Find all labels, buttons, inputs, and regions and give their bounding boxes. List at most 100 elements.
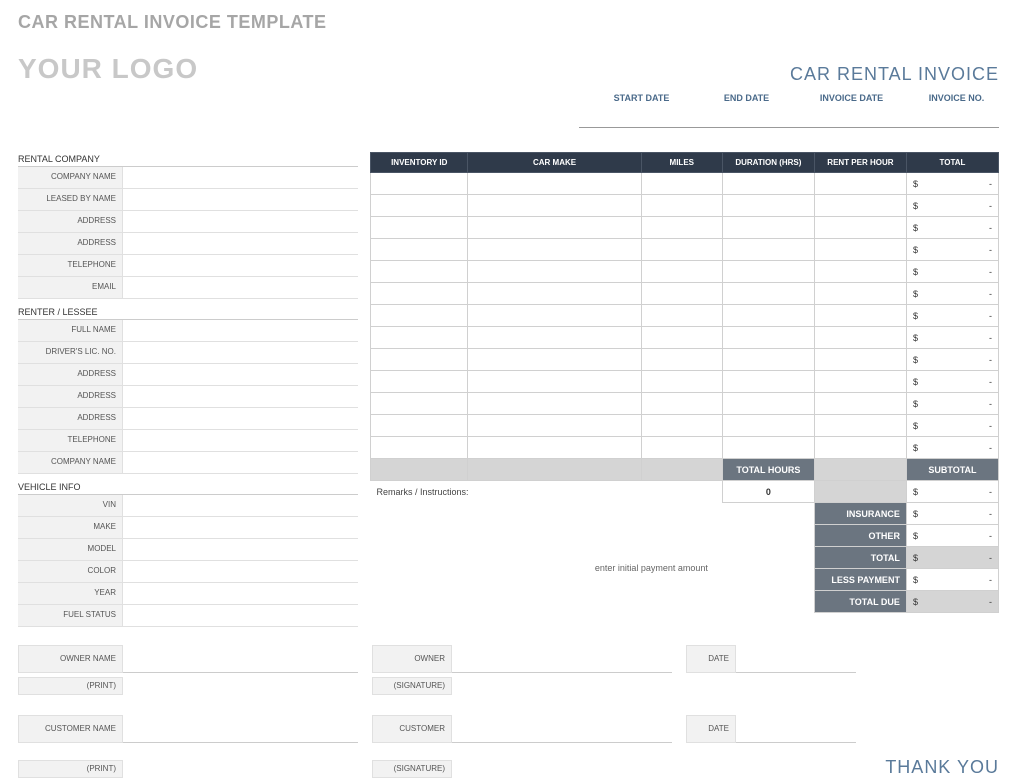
line-cell[interactable] [722, 327, 814, 349]
line-cell[interactable] [371, 239, 468, 261]
vehicle-input[interactable] [123, 539, 358, 560]
line-cell[interactable]: $- [906, 415, 998, 437]
line-cell[interactable] [722, 173, 814, 195]
line-cell[interactable] [814, 261, 906, 283]
line-cell[interactable] [468, 349, 641, 371]
rental-company-input[interactable] [123, 167, 358, 188]
line-cell[interactable] [722, 261, 814, 283]
line-cell[interactable]: $- [906, 371, 998, 393]
line-cell[interactable] [814, 415, 906, 437]
rental-company-input[interactable] [123, 277, 358, 298]
line-cell[interactable]: $- [906, 173, 998, 195]
line-cell[interactable] [814, 283, 906, 305]
line-cell[interactable] [468, 437, 641, 459]
subtotal-value[interactable]: $- [906, 481, 998, 503]
renter-input[interactable] [123, 408, 358, 429]
line-cell[interactable]: $- [906, 437, 998, 459]
line-cell[interactable] [641, 239, 722, 261]
line-cell[interactable] [468, 305, 641, 327]
vehicle-input[interactable] [123, 495, 358, 516]
line-cell[interactable] [641, 261, 722, 283]
line-cell[interactable] [814, 349, 906, 371]
rental-company-input[interactable] [123, 233, 358, 254]
line-cell[interactable] [722, 195, 814, 217]
line-cell[interactable] [641, 173, 722, 195]
line-cell[interactable] [468, 283, 641, 305]
line-cell[interactable] [722, 371, 814, 393]
line-cell[interactable] [814, 305, 906, 327]
line-cell[interactable] [722, 305, 814, 327]
line-cell[interactable] [371, 437, 468, 459]
line-cell[interactable] [641, 437, 722, 459]
line-cell[interactable] [814, 437, 906, 459]
line-cell[interactable] [371, 305, 468, 327]
vehicle-input[interactable] [123, 517, 358, 538]
line-cell[interactable] [641, 195, 722, 217]
rental-company-input[interactable] [123, 189, 358, 210]
line-cell[interactable] [641, 305, 722, 327]
vehicle-input[interactable] [123, 583, 358, 604]
line-cell[interactable] [468, 415, 641, 437]
line-cell[interactable] [371, 261, 468, 283]
renter-input[interactable] [123, 452, 358, 473]
line-cell[interactable] [468, 239, 641, 261]
line-cell[interactable] [468, 195, 641, 217]
line-cell[interactable] [371, 283, 468, 305]
line-cell[interactable] [814, 393, 906, 415]
line-cell[interactable]: $- [906, 283, 998, 305]
line-cell[interactable] [371, 217, 468, 239]
renter-input[interactable] [123, 342, 358, 363]
line-cell[interactable] [371, 195, 468, 217]
line-cell[interactable]: $- [906, 217, 998, 239]
line-cell[interactable] [641, 217, 722, 239]
line-cell[interactable] [722, 393, 814, 415]
rental-company-input[interactable] [123, 255, 358, 276]
line-cell[interactable] [722, 349, 814, 371]
customer-date-field[interactable] [736, 715, 856, 743]
line-cell[interactable] [371, 349, 468, 371]
owner-signature-field[interactable] [452, 645, 672, 673]
line-cell[interactable] [641, 349, 722, 371]
line-cell[interactable]: $- [906, 393, 998, 415]
total-hours-value[interactable]: 0 [722, 481, 814, 503]
line-cell[interactable] [468, 217, 641, 239]
rental-company-input[interactable] [123, 211, 358, 232]
line-cell[interactable]: $- [906, 195, 998, 217]
line-cell[interactable]: $- [906, 305, 998, 327]
line-cell[interactable] [814, 371, 906, 393]
line-cell[interactable] [722, 415, 814, 437]
line-cell[interactable] [641, 327, 722, 349]
line-cell[interactable] [371, 415, 468, 437]
line-cell[interactable] [641, 371, 722, 393]
other-value[interactable]: $- [906, 525, 998, 547]
line-cell[interactable] [814, 217, 906, 239]
line-cell[interactable] [722, 437, 814, 459]
line-cell[interactable] [468, 173, 641, 195]
line-cell[interactable] [814, 239, 906, 261]
owner-name-field[interactable] [123, 645, 358, 673]
vehicle-input[interactable] [123, 605, 358, 626]
line-cell[interactable] [814, 173, 906, 195]
line-cell[interactable] [468, 327, 641, 349]
line-cell[interactable] [814, 195, 906, 217]
owner-date-field[interactable] [736, 645, 856, 673]
line-cell[interactable] [468, 261, 641, 283]
line-cell[interactable]: $- [906, 327, 998, 349]
insurance-value[interactable]: $- [906, 503, 998, 525]
renter-input[interactable] [123, 430, 358, 451]
line-cell[interactable] [641, 283, 722, 305]
customer-name-field[interactable] [123, 715, 358, 743]
line-cell[interactable] [722, 283, 814, 305]
line-cell[interactable] [468, 393, 641, 415]
renter-input[interactable] [123, 364, 358, 385]
line-cell[interactable]: $- [906, 239, 998, 261]
line-cell[interactable]: $- [906, 261, 998, 283]
line-cell[interactable] [371, 327, 468, 349]
line-cell[interactable] [814, 327, 906, 349]
line-cell[interactable] [722, 217, 814, 239]
line-cell[interactable] [468, 371, 641, 393]
line-cell[interactable] [722, 239, 814, 261]
customer-signature-field[interactable] [452, 715, 672, 743]
line-cell[interactable] [641, 415, 722, 437]
line-cell[interactable] [371, 393, 468, 415]
